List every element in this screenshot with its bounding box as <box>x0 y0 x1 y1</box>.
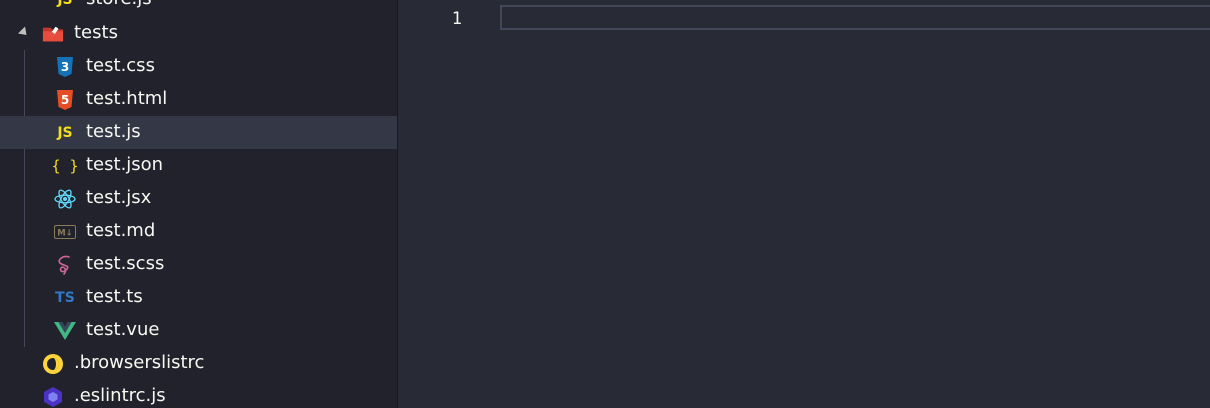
file-label: test.jsx <box>86 187 152 208</box>
file-browserslistrc[interactable]: .browserslistrc <box>0 347 397 380</box>
file-label: test.json <box>86 154 164 175</box>
file-label: test.vue <box>86 319 160 340</box>
js-icon: JS <box>57 125 73 141</box>
js-icon: JS <box>57 0 73 8</box>
tests-folder-icon <box>42 23 64 45</box>
file-eslintrc-js[interactable]: .eslintrc.js <box>0 380 397 408</box>
css3-icon: 3 <box>54 56 76 78</box>
file-test-jsx[interactable]: test.jsx <box>0 182 397 215</box>
file-label: .eslintrc.js <box>74 385 166 406</box>
current-line-highlight[interactable] <box>500 5 1210 30</box>
file-test-vue[interactable]: test.vue <box>0 314 397 347</box>
file-label: test.ts <box>86 286 143 307</box>
file-test-css[interactable]: 3 test.css <box>0 50 397 83</box>
file-explorer: JS store.js tests 3 test.css <box>0 0 397 408</box>
file-test-md[interactable]: M↓ test.md <box>0 215 397 248</box>
file-test-ts[interactable]: TS test.ts <box>0 281 397 314</box>
file-label: test.css <box>86 55 155 76</box>
chevron-down-icon[interactable] <box>17 26 31 39</box>
svg-text:5: 5 <box>61 93 69 107</box>
typescript-icon: TS <box>55 290 75 306</box>
html5-icon: 5 <box>54 89 76 111</box>
file-test-js[interactable]: JS test.js <box>0 116 397 149</box>
file-label: store.js <box>86 0 152 10</box>
file-test-html[interactable]: 5 test.html <box>0 83 397 116</box>
file-test-json[interactable]: { } test.json <box>0 149 397 182</box>
json-braces-icon: { } <box>51 157 79 175</box>
file-label: test.scss <box>86 253 165 274</box>
folder-label: tests <box>74 22 118 43</box>
code-editor[interactable]: 1 <box>398 0 1210 408</box>
browserslist-icon <box>42 353 64 375</box>
sass-icon <box>54 254 76 276</box>
eslint-icon <box>42 386 64 408</box>
file-label: test.html <box>86 88 168 109</box>
react-icon <box>54 188 76 210</box>
file-label: test.md <box>86 220 156 241</box>
file-store-js[interactable]: JS store.js <box>0 0 397 16</box>
file-label: .browserslistrc <box>74 352 205 373</box>
file-test-scss[interactable]: test.scss <box>0 248 397 281</box>
folder-tests[interactable]: tests <box>0 17 397 50</box>
svg-text:M↓: M↓ <box>57 229 73 239</box>
line-number: 1 <box>451 9 462 29</box>
file-label: test.js <box>86 121 141 142</box>
svg-text:3: 3 <box>61 60 69 74</box>
vue-icon <box>54 320 76 342</box>
markdown-icon: M↓ <box>54 221 76 243</box>
